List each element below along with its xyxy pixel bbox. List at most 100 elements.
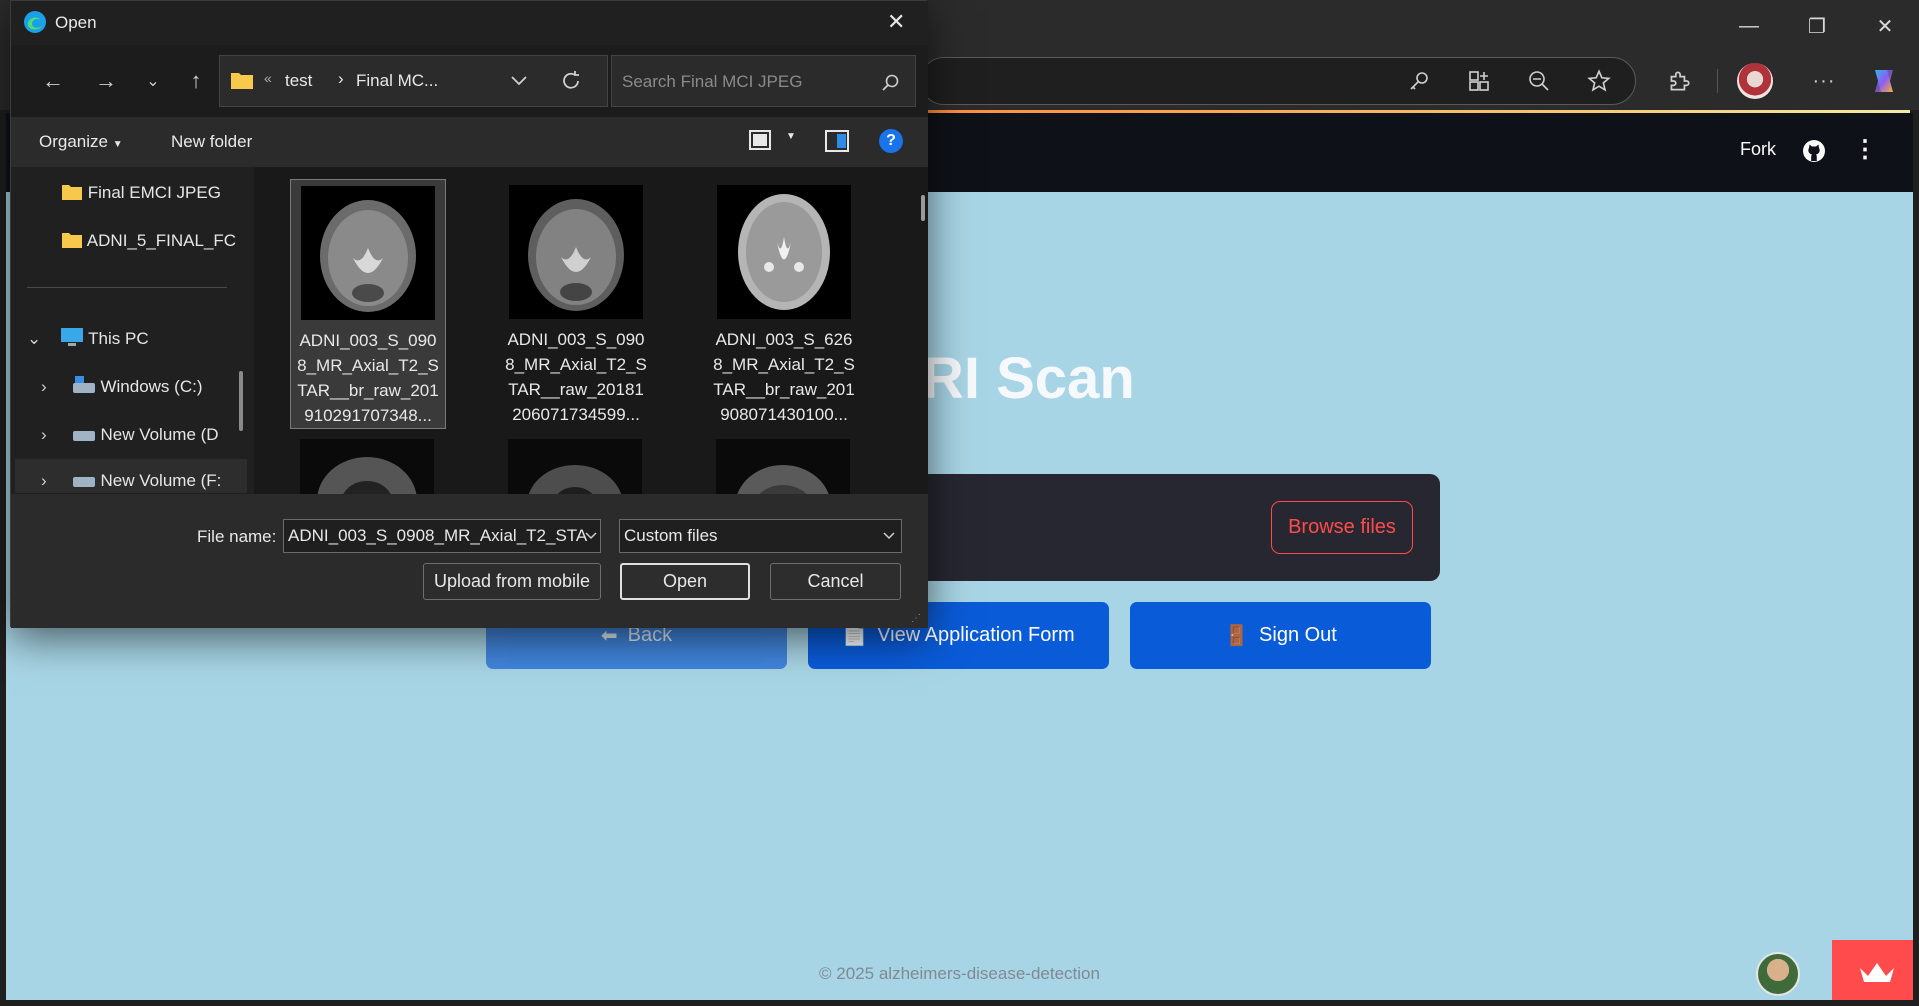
- chevron-down-icon[interactable]: ⌄: [27, 329, 55, 349]
- chevron-right-icon[interactable]: ›: [41, 471, 67, 491]
- tree-item-new-volume-d[interactable]: › New Volume (D: [41, 423, 241, 445]
- file-name-line: 910291707348...: [304, 406, 432, 425]
- restore-icon: ❐: [1808, 15, 1826, 38]
- file-item-partial[interactable]: [716, 439, 850, 494]
- favorite-star-icon[interactable]: [1580, 62, 1618, 100]
- recent-locations-chevron-icon[interactable]: ⌄: [133, 61, 173, 101]
- mri-thumbnail: [509, 185, 643, 319]
- file-item[interactable]: ADNI_003_S_626 8_MR_Axial_T2_S TAR__br_r…: [706, 179, 862, 427]
- search-icon[interactable]: [881, 73, 901, 93]
- tree-divider: [27, 287, 227, 288]
- file-name-label: File name:: [197, 527, 277, 546]
- key-icon[interactable]: [1400, 62, 1438, 100]
- file-name-value: ADNI_003_S_0908_MR_Axial_T2_STA: [288, 526, 588, 545]
- mri-thumbnail: [717, 185, 851, 319]
- file-name-line: 8_MR_Axial_T2_S: [505, 355, 647, 374]
- file-name-field[interactable]: ADNI_003_S_0908_MR_Axial_T2_STA: [283, 519, 601, 553]
- creator-avatar[interactable]: [1756, 952, 1800, 996]
- browse-files-button[interactable]: Browse files: [1271, 501, 1413, 554]
- resize-grip-icon[interactable]: ⋰: [911, 613, 921, 624]
- drive-icon: [72, 376, 95, 393]
- view-mode-icon[interactable]: [749, 130, 771, 150]
- dialog-title-bar: [11, 1, 928, 45]
- sign-out-label: Sign Out: [1259, 624, 1337, 646]
- app-menu-icon[interactable]: ⋮: [1853, 135, 1877, 164]
- toolbar-divider: [1717, 69, 1718, 93]
- file-item[interactable]: ADNI_003_S_090 8_MR_Axial_T2_S TAR__br_r…: [290, 179, 446, 429]
- restore-button[interactable]: ❐: [1786, 0, 1848, 52]
- file-list-scrollbar[interactable]: [921, 195, 925, 221]
- breadcrumb-separator: ›: [338, 69, 344, 88]
- open-button[interactable]: Open: [620, 563, 750, 600]
- file-item-partial[interactable]: [508, 439, 642, 494]
- cancel-button[interactable]: Cancel: [770, 563, 901, 600]
- crown-icon: [1860, 963, 1894, 982]
- tree-item-label: Windows (C:): [100, 377, 203, 396]
- view-mode-caret-icon[interactable]: ▼: [786, 131, 796, 142]
- copilot-icon[interactable]: [1867, 64, 1901, 98]
- fork-link[interactable]: Fork: [1740, 139, 1776, 160]
- path-breadcrumb[interactable]: « test › Final MC...: [219, 55, 608, 107]
- file-type-select[interactable]: Custom files: [619, 519, 902, 553]
- tree-item-final-emci[interactable]: Final EMCI JPEG: [61, 183, 241, 203]
- close-icon: ✕: [1876, 15, 1894, 38]
- tree-item-label: New Volume (D: [100, 425, 219, 444]
- breadcrumb-item-current[interactable]: Final MC...: [356, 71, 438, 91]
- tree-item-label: New Volume (F:: [100, 471, 222, 490]
- minimize-button[interactable]: —: [1718, 0, 1780, 52]
- tree-item-adni5-final[interactable]: ADNI_5_FINAL_FC: [61, 231, 239, 251]
- tree-item-new-volume-f[interactable]: › New Volume (F:: [41, 469, 241, 491]
- apps-icon[interactable]: [1460, 62, 1498, 100]
- folder-icon: [62, 233, 82, 248]
- file-name-line: ADNI_003_S_090: [299, 331, 437, 350]
- sign-out-button[interactable]: 🚪 Sign Out: [1130, 602, 1431, 669]
- github-icon[interactable]: [1802, 139, 1826, 163]
- streamlit-badge[interactable]: [1832, 940, 1913, 1000]
- file-item-partial[interactable]: [300, 439, 434, 494]
- chevron-right-icon[interactable]: ›: [41, 377, 67, 397]
- tree-item-windows-c[interactable]: › Windows (C:): [41, 375, 241, 397]
- door-icon: 🚪: [1224, 625, 1250, 647]
- chevron-down-icon[interactable]: [883, 531, 895, 541]
- dialog-close-icon[interactable]: ✕: [887, 9, 905, 35]
- file-name-line: 206071734599...: [512, 405, 640, 424]
- chevron-down-icon[interactable]: [510, 74, 528, 88]
- tree-item-this-pc[interactable]: ⌄ This PC: [27, 327, 247, 349]
- drive-icon: [72, 477, 95, 487]
- tree-item-label: ADNI_5_FINAL_FC: [86, 231, 237, 250]
- page-title: RI Scan: [922, 346, 1135, 411]
- file-name-line: TAR__br_raw_201: [297, 381, 439, 400]
- command-bar: [11, 117, 928, 167]
- file-item[interactable]: ADNI_003_S_090 8_MR_Axial_T2_S TAR__raw_…: [498, 179, 654, 427]
- organize-menu[interactable]: Organize ▼: [39, 132, 123, 152]
- forward-arrow-icon[interactable]: →: [86, 61, 126, 101]
- close-window-button[interactable]: ✕: [1854, 0, 1916, 52]
- folder-icon: [62, 185, 82, 200]
- new-folder-button[interactable]: New folder: [171, 132, 252, 152]
- chevron-right-icon[interactable]: ›: [41, 425, 67, 445]
- zoom-out-icon[interactable]: [1520, 62, 1558, 100]
- breadcrumb-item-test[interactable]: test: [285, 71, 312, 91]
- dialog-title: Open: [55, 13, 97, 32]
- refresh-icon[interactable]: [560, 70, 582, 92]
- more-icon[interactable]: ···: [1805, 62, 1843, 100]
- file-name-line: 8_MR_Axial_T2_S: [297, 356, 439, 375]
- extensions-icon[interactable]: [1660, 62, 1698, 100]
- profile-avatar[interactable]: [1737, 63, 1773, 99]
- edge-logo-icon: [23, 10, 47, 34]
- breadcrumb-overflow[interactable]: «: [264, 70, 272, 86]
- back-arrow-icon[interactable]: ←: [33, 61, 73, 101]
- chevron-down-icon[interactable]: [585, 531, 597, 541]
- nav-scrollbar[interactable]: [239, 371, 243, 431]
- mri-thumbnail: [301, 186, 435, 320]
- folder-icon: [231, 73, 253, 89]
- up-arrow-icon[interactable]: ↑: [176, 61, 216, 101]
- search-input[interactable]: Search Final MCI JPEG: [611, 55, 916, 107]
- preview-pane-icon[interactable]: [825, 130, 849, 152]
- file-name-line: 8_MR_Axial_T2_S: [713, 355, 855, 374]
- file-name-line: TAR__br_raw_201: [713, 380, 855, 399]
- upload-from-mobile-button[interactable]: Upload from mobile: [423, 563, 601, 600]
- file-name-line: ADNI_003_S_090: [507, 330, 645, 349]
- help-icon[interactable]: ?: [879, 129, 903, 153]
- dialog-bottom-panel: [11, 494, 928, 628]
